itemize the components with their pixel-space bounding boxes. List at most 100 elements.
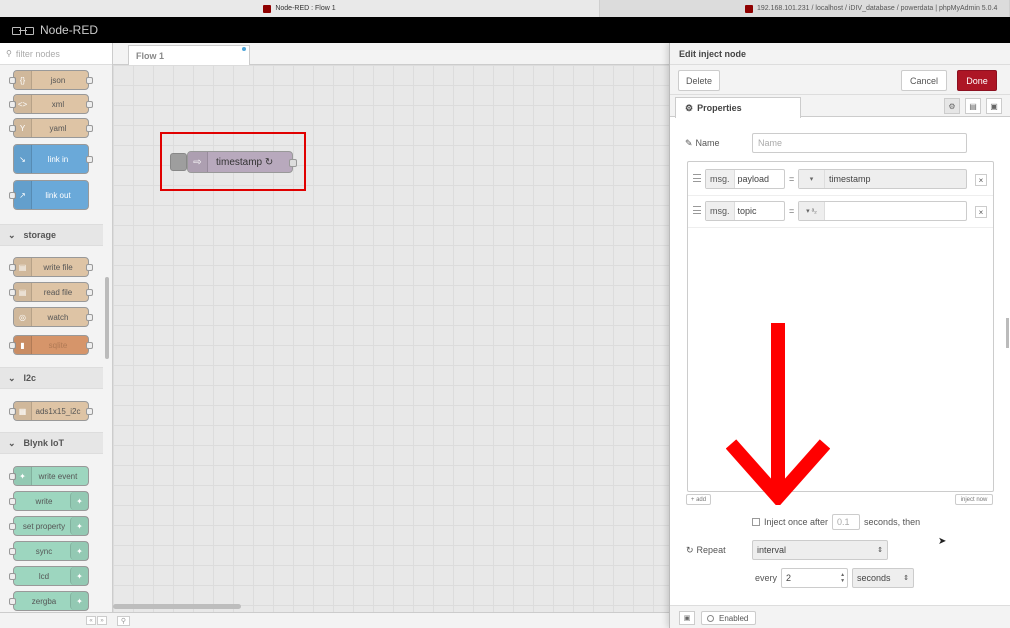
select-arrows-icon: ⇕ [903,575,910,582]
tray-scrollbar[interactable] [1006,318,1009,348]
cancel-button[interactable]: Cancel [901,70,947,91]
tray-title: Edit inject node [670,43,1010,65]
browser-tab-title: Node-RED : Flow 1 [275,5,336,12]
category-i2c[interactable]: ⌄ I2c [0,367,103,389]
remove-property-button[interactable]: × [975,174,987,186]
gear-icon[interactable]: ⚙ [944,98,960,114]
palette-node-watch[interactable]: ◎ watch [13,307,93,327]
interval-row: every 2 ▲ ▼ seconds ⇕ [755,568,915,588]
category-blynk-iot[interactable]: ⌄ Blynk IoT [0,432,103,454]
name-input[interactable]: Name [752,133,967,153]
file-icon: ▤ [14,258,32,276]
category-storage[interactable]: ⌄ storage [0,224,103,246]
palette-node-write[interactable]: write ✦ [9,491,89,511]
palette-node-sqlite[interactable]: ▮ sqlite [9,335,93,355]
collapse-all-icon[interactable]: « [86,616,96,625]
browser-tab-phpmyadmin[interactable]: 192.168.101.231 / localhost / iDIV_datab… [600,0,1010,17]
palette-node-lcd[interactable]: lcd ✦ [9,566,89,586]
palette-node-link-in[interactable]: ↘ link in [13,144,93,174]
palette-node-json[interactable]: {} json [9,70,93,90]
name-row: ✎ Name Name [685,133,967,153]
mouse-cursor-icon: ➤ [938,536,947,547]
drag-handle-icon[interactable] [693,174,701,182]
property-row: msg. payload = ▾ timestamp × [688,164,993,196]
remove-property-button[interactable]: × [975,206,987,218]
browser-tab-node-red[interactable]: Node-RED : Flow 1 [0,0,600,17]
palette-node-sync[interactable]: sync ✦ [9,541,89,561]
palette-node-set-property[interactable]: set property ✦ [9,516,89,536]
tag-icon: ✎ [685,137,693,148]
gear-icon: ⚙ [685,102,694,113]
app-name: Node-RED [40,23,99,37]
tab-properties[interactable]: ⚙ Properties [675,97,801,118]
phpmyadmin-favicon-icon [745,4,753,13]
search-icon[interactable]: ⚲ [117,616,130,626]
add-property-button[interactable]: + add [686,494,711,505]
tab-flow-1[interactable]: Flow 1 [128,45,250,65]
tray-footer: ▣ Enabled [670,605,1010,628]
palette-footer: « » [0,612,113,628]
property-key-input[interactable]: msg. topic [705,201,785,221]
property-value-input[interactable]: ▾ timestamp [798,169,967,189]
blynk-icon: ✦ [70,542,88,560]
palette-search-input[interactable]: filter nodes [16,49,60,59]
spinner-arrows-icon[interactable]: ▲ ▼ [840,572,845,584]
inject-now-button[interactable]: inject now [955,494,993,505]
blynk-icon: ✦ [70,517,88,535]
angle-brackets-icon: <> [14,95,32,113]
workspace-tab-bar: Flow 1 [113,43,669,65]
link-out-icon: ↗ [14,181,32,209]
browser-tab-title: 192.168.101.231 / localhost / iDIV_datab… [757,5,998,12]
inject-once-checkbox[interactable] [752,518,760,526]
workspace: Flow 1 ⇨ timestamp ↻ ⚲ [113,43,669,628]
yaml-icon: Y [14,119,32,137]
appearance-icon[interactable]: ▣ [986,98,1002,114]
annotation-arrow-icon [726,323,830,505]
repeat-icon: ↻ [686,544,694,555]
palette-node-xml[interactable]: <> xml [9,94,93,114]
property-row: msg. topic = ▾ ᵃ₂ × [688,196,993,228]
interval-spinner[interactable]: 2 ▲ ▼ [781,568,849,588]
palette-node-zergba[interactable]: zergba ✦ [9,591,89,611]
drag-handle-icon[interactable] [693,206,701,214]
interval-unit-select[interactable]: seconds ⇕ [852,568,915,588]
tray-tab-bar: ⚙ Properties ⚙ ▤ ▣ [670,95,1010,118]
property-value-input[interactable]: ▾ ᵃ₂ [798,201,967,221]
node-settings-icon[interactable]: ▣ [679,611,695,625]
enabled-toggle[interactable]: Enabled [701,611,756,625]
property-key-input[interactable]: msg. payload [705,169,785,189]
workspace-scrollbar[interactable] [113,604,241,609]
inject-once-delay-input[interactable]: 0.1 [832,514,861,530]
node-palette: ⚲ filter nodes {} json <> xml Y yaml ↘ l… [0,43,113,628]
chevron-down-icon: ⌄ [8,229,16,240]
chevron-down-icon: ⌄ [8,372,16,383]
edit-tray: Edit inject node Delete Cancel Done ⚙ Pr… [669,43,1010,628]
palette-node-write-event[interactable]: ✦ write event [9,466,89,486]
palette-node-yaml[interactable]: Y yaml [9,118,93,138]
blynk-icon: ✦ [70,492,88,510]
flow-canvas[interactable]: ⇨ timestamp ↻ [113,65,669,612]
done-button[interactable]: Done [957,70,997,91]
app-header: Node-RED [0,17,1010,43]
type-dropdown-icon[interactable]: ▾ [799,170,825,188]
palette-scrollbar[interactable] [105,277,109,359]
repeat-select[interactable]: interval ⇕ [752,540,888,560]
palette-node-read-file[interactable]: ▤ read file [9,282,93,302]
browser-tab-strip: Node-RED : Flow 1 192.168.101.231 / loca… [0,0,1010,17]
search-icon: ⚲ [6,49,12,58]
palette-node-write-file[interactable]: ▤ write file [9,257,93,277]
expand-all-icon[interactable]: » [97,616,107,625]
node-red-favicon-icon [263,4,272,13]
palette-search[interactable]: ⚲ filter nodes [0,43,112,65]
repeat-row: ↻ Repeat interval ⇕ [686,540,888,560]
chip-icon: ▦ [14,402,32,420]
name-label: Name [695,138,720,148]
link-in-icon: ↘ [14,145,32,173]
description-icon[interactable]: ▤ [965,98,981,114]
palette-node-link-out[interactable]: ↗ link out [9,180,89,210]
palette-node-ads1x15-i2c[interactable]: ▦ ads1x15_i2c [9,401,93,421]
string-type-icon[interactable]: ▾ ᵃ₂ [799,202,825,220]
enabled-icon [707,614,714,622]
delete-button[interactable]: Delete [678,70,720,91]
inject-once-row: Inject once after 0.1 seconds, then [752,514,920,530]
